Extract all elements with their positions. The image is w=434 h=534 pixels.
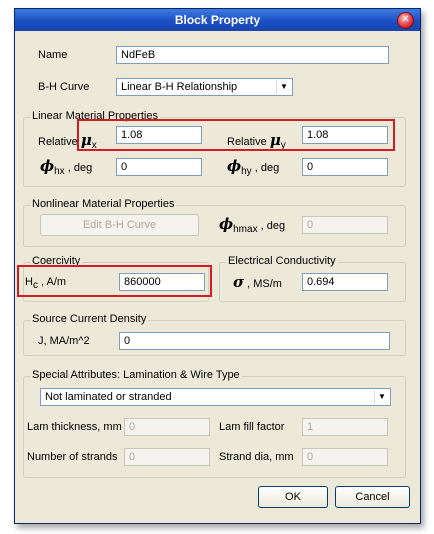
phi-hmax-field[interactable]: 0 — [302, 216, 388, 234]
sigma-unit: , MS/m — [247, 278, 282, 290]
lam-fill-field[interactable]: 1 — [302, 418, 388, 436]
strand-dia-label: Strand dia, mm — [219, 451, 294, 463]
name-field[interactable]: NdFeB — [116, 46, 389, 64]
lamination-select[interactable]: Not laminated or stranded ▼ — [40, 388, 391, 406]
edit-bh-curve-button[interactable]: Edit B-H Curve — [40, 214, 199, 236]
phi-symbol-y: ϕ — [227, 157, 242, 175]
phi-symbol-hmax: ϕ — [219, 215, 234, 233]
source-current-field[interactable]: 0 — [119, 332, 390, 350]
phi-hx-subscript: hx — [54, 166, 65, 178]
ok-button[interactable]: OK — [258, 486, 328, 508]
phi-hy-subscript: hy — [241, 166, 252, 178]
strand-dia-field[interactable]: 0 — [302, 448, 388, 466]
lam-fill-label: Lam fill factor — [219, 421, 285, 433]
phi-hmax-label: ϕhmax , deg — [219, 215, 285, 235]
source-current-title: Source Current Density — [30, 313, 149, 325]
source-current-label: J, MA/m^2 — [38, 335, 90, 347]
chevron-down-icon[interactable]: ▼ — [374, 390, 389, 404]
block-property-dialog: Block Property ✕ Name NdFeB B-H Curve Li… — [14, 8, 421, 524]
phi-hx-unit: , deg — [67, 162, 93, 174]
nonlinear-properties-title: Nonlinear Material Properties — [30, 198, 177, 210]
phi-hx-label: ϕhx , deg — [40, 157, 92, 177]
name-label: Name — [38, 49, 68, 61]
sigma-symbol: σ — [233, 273, 245, 291]
conductivity-label: σ , MS/m — [233, 273, 282, 291]
bh-curve-label: B-H Curve — [38, 81, 90, 93]
lam-thickness-field[interactable]: 0 — [124, 418, 210, 436]
phi-hy-field[interactable]: 0 — [302, 158, 388, 176]
relative-word: Relative — [38, 136, 78, 148]
phi-hmax-unit: , deg — [260, 220, 286, 232]
phi-hy-label: ϕhy , deg — [227, 157, 279, 177]
lamination-select-value: Not laminated or stranded — [45, 391, 172, 403]
phi-symbol: ϕ — [40, 157, 55, 175]
cancel-button[interactable]: Cancel — [335, 486, 410, 508]
bh-curve-select[interactable]: Linear B-H Relationship ▼ — [116, 78, 293, 96]
title-bar[interactable]: Block Property ✕ — [15, 9, 420, 31]
dialog-title: Block Property — [174, 13, 261, 27]
coercivity-highlight-box — [17, 265, 212, 297]
phi-hx-field[interactable]: 0 — [116, 158, 202, 176]
strands-field[interactable]: 0 — [124, 448, 210, 466]
close-icon[interactable]: ✕ — [397, 12, 414, 29]
conductivity-title: Electrical Conductivity — [226, 255, 338, 267]
strands-label: Number of strands — [27, 451, 118, 463]
phi-hy-unit: , deg — [254, 162, 280, 174]
lam-thickness-label: Lam thickness, mm — [27, 421, 122, 433]
chevron-down-icon[interactable]: ▼ — [276, 80, 291, 94]
bh-curve-value: Linear B-H Relationship — [121, 81, 238, 93]
special-attributes-title: Special Attributes: Lamination & Wire Ty… — [30, 369, 242, 381]
conductivity-field[interactable]: 0.694 — [302, 273, 388, 291]
mu-highlight-box — [77, 119, 395, 151]
phi-hmax-subscript: hmax — [233, 224, 258, 236]
